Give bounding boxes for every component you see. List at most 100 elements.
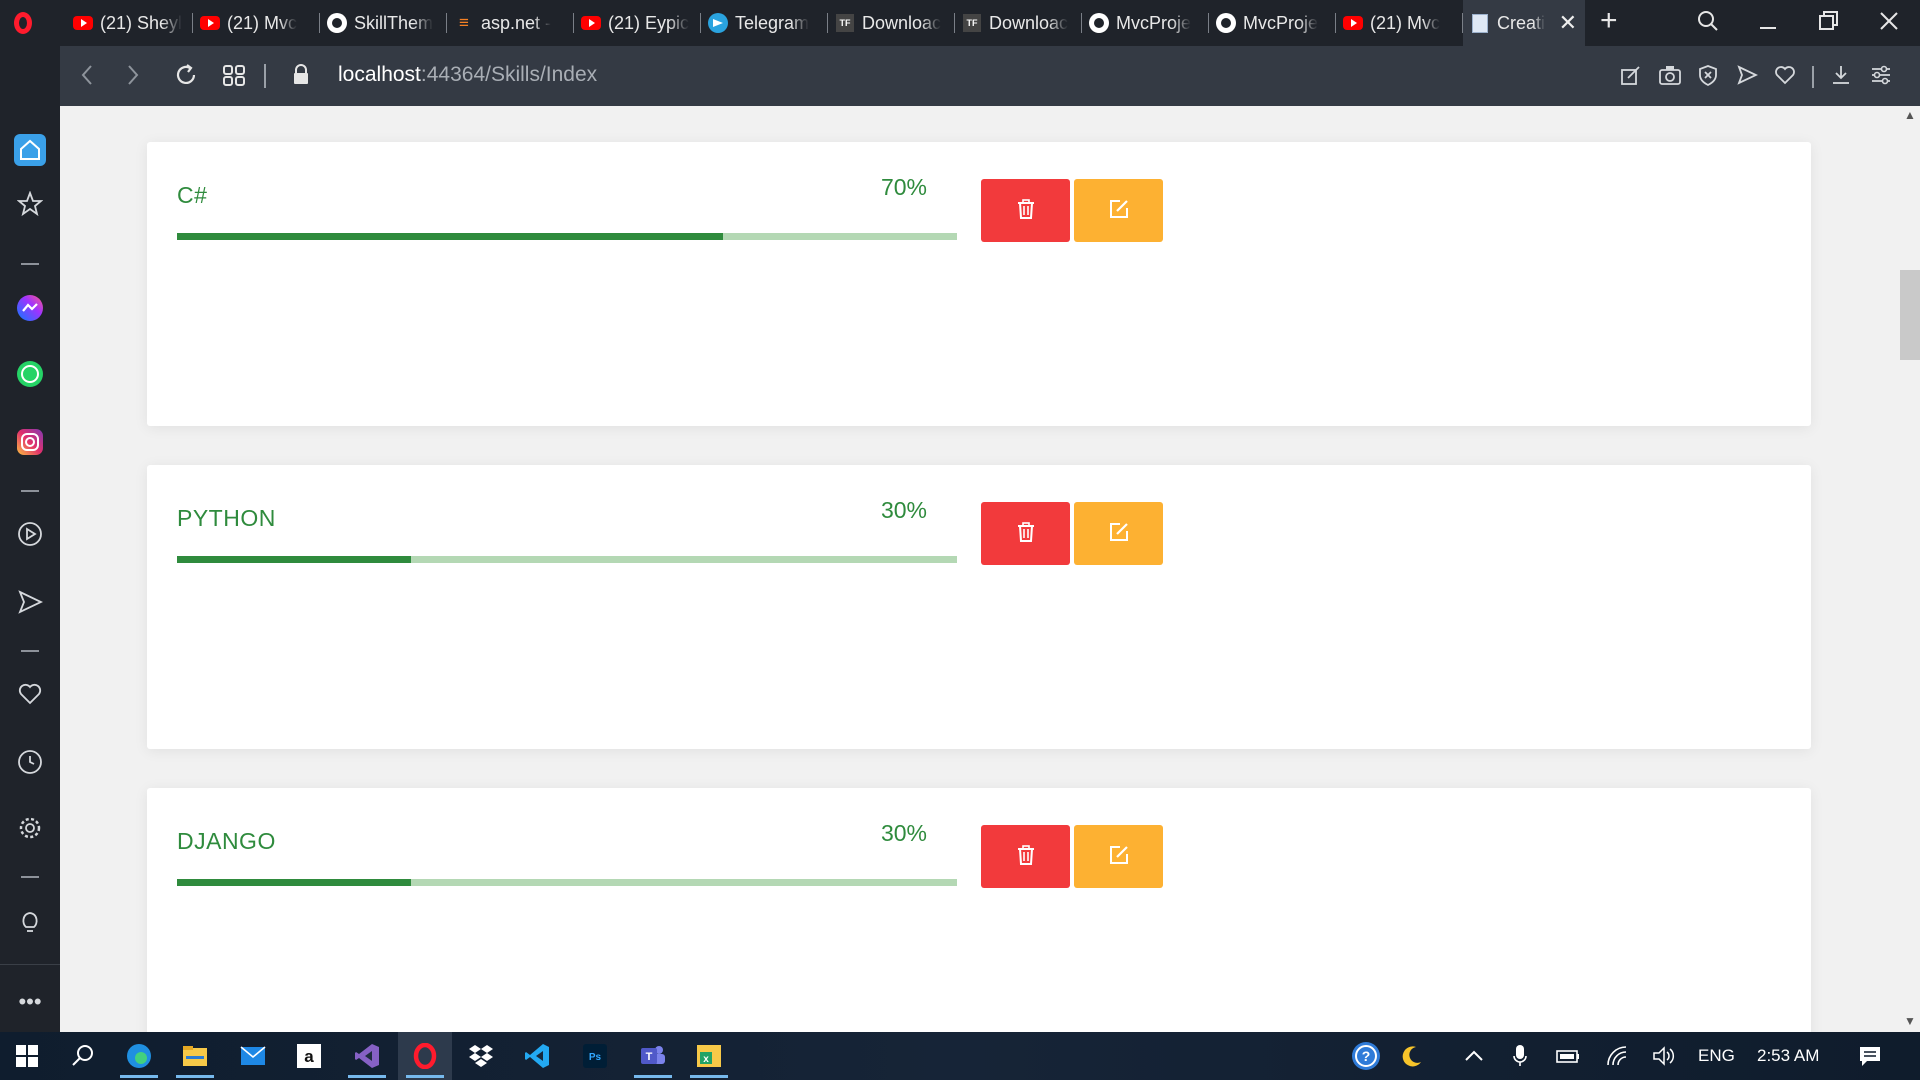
trash-icon (1015, 521, 1037, 546)
sidebar-divider (21, 490, 39, 492)
lightbulb-icon[interactable] (14, 906, 46, 938)
browser-tab[interactable]: MvcProje (1209, 0, 1336, 46)
tab-title: Downloac (989, 12, 1069, 33)
delete-skill-button[interactable] (981, 825, 1070, 888)
browser-tab[interactable]: MvcProje (1082, 0, 1209, 46)
edit-icon (1108, 521, 1130, 546)
tab-title: Creati (1497, 12, 1546, 33)
search-tabs-icon[interactable] (1697, 10, 1719, 37)
svg-text:a: a (304, 1047, 314, 1066)
skill-card: PYTHON 30% (147, 465, 1811, 749)
photoshop-icon[interactable]: Ps (568, 1032, 622, 1080)
tab-title: Downloac (862, 12, 942, 33)
address-bar: localhost:44364/Skills/Index (60, 46, 1920, 106)
skill-card: DJANGO 30% (147, 788, 1811, 1032)
sidebar-divider (21, 263, 39, 265)
browser-tab[interactable]: (21) Sheyl (66, 0, 193, 46)
edit-skill-button[interactable] (1074, 179, 1163, 242)
opera-taskbar-icon[interactable] (398, 1032, 452, 1080)
new-tab-icon[interactable]: + (1600, 4, 1618, 38)
more-icon[interactable]: ••• (14, 986, 46, 1018)
whatsapp-icon[interactable] (14, 358, 46, 390)
browser-tab[interactable]: TF Downloac (828, 0, 955, 46)
opera-menu-icon[interactable] (14, 12, 32, 34)
skills-page: C# 70% PYTHON 30% DJANGO 30% (60, 106, 1900, 1032)
taskbar-search-icon[interactable] (56, 1032, 110, 1080)
snapshot-edit-icon[interactable] (1620, 64, 1642, 91)
page-scrollbar[interactable]: ▲ ▼ (1900, 106, 1920, 1032)
file-explorer-icon[interactable] (168, 1032, 222, 1080)
downloads-icon[interactable] (1830, 64, 1852, 91)
history-clock-icon[interactable] (14, 746, 46, 778)
visual-studio-icon[interactable] (340, 1032, 394, 1080)
battery-icon[interactable] (1548, 1032, 1588, 1080)
skill-card: C# 70% (147, 142, 1811, 426)
svg-text:?: ? (1362, 1048, 1371, 1064)
browser-tab[interactable]: (21) Eypic (574, 0, 701, 46)
camera-icon[interactable] (1658, 64, 1682, 91)
browser-tab[interactable]: Creati ✕ (1463, 0, 1585, 46)
delete-skill-button[interactable] (981, 502, 1070, 565)
settings-gear-icon[interactable] (14, 812, 46, 844)
sidebar-divider (21, 650, 39, 652)
excel-app-icon[interactable]: x (682, 1032, 736, 1080)
easy-setup-icon[interactable] (1870, 64, 1892, 91)
volume-icon[interactable] (1644, 1032, 1684, 1080)
adblock-shield-icon[interactable] (1697, 64, 1719, 91)
flow-send-icon[interactable] (14, 586, 46, 618)
show-hidden-icons-chevron-icon[interactable] (1454, 1032, 1494, 1080)
sidebar-divider (21, 876, 39, 878)
mail-icon[interactable] (226, 1032, 280, 1080)
forward-icon[interactable] (126, 62, 140, 93)
browser-tab[interactable]: (21) Mvc (193, 0, 320, 46)
clock-time[interactable]: 2:53 AM (1757, 1046, 1819, 1066)
browser-tab[interactable]: Telegram (701, 0, 828, 46)
minimize-icon[interactable] (1758, 6, 1778, 43)
scroll-up-icon[interactable]: ▲ (1904, 108, 1916, 122)
input-language[interactable]: ENG (1698, 1046, 1735, 1066)
scroll-thumb[interactable] (1900, 270, 1920, 360)
back-icon[interactable] (80, 62, 94, 93)
skill-progress-bar (177, 879, 957, 886)
scroll-down-icon[interactable]: ▼ (1904, 1014, 1916, 1028)
help-icon[interactable]: ? (1344, 1032, 1388, 1080)
browser-tab[interactable]: TF Downloac (955, 0, 1082, 46)
close-window-icon[interactable] (1878, 6, 1900, 43)
player-icon[interactable] (14, 518, 46, 550)
dropbox-icon[interactable] (454, 1032, 508, 1080)
wifi-icon[interactable] (1598, 1032, 1638, 1080)
edit-icon (1108, 198, 1130, 223)
url-field[interactable]: localhost:44364/Skills/Index (338, 63, 597, 87)
restore-icon[interactable] (1818, 6, 1840, 43)
delete-skill-button[interactable] (981, 179, 1070, 242)
edit-skill-button[interactable] (1074, 502, 1163, 565)
home-icon[interactable] (14, 134, 46, 166)
browser-tab[interactable]: SkillThem (320, 0, 447, 46)
heart-icon[interactable] (14, 678, 46, 710)
send-icon[interactable] (1736, 64, 1759, 91)
night-mode-moon-icon[interactable] (1392, 1032, 1432, 1080)
messenger-icon[interactable] (14, 292, 46, 324)
bookmark-heart-icon[interactable] (1774, 64, 1796, 91)
teams-icon[interactable]: T (626, 1032, 680, 1080)
edge-icon[interactable] (112, 1032, 166, 1080)
notifications-icon[interactable] (1846, 1032, 1894, 1080)
reload-icon[interactable] (174, 62, 198, 93)
lock-icon[interactable] (292, 62, 310, 93)
browser-tab[interactable]: (21) Mvc (1336, 0, 1463, 46)
youtube-icon (580, 15, 602, 31)
youtube-icon (72, 15, 94, 31)
instagram-icon[interactable] (14, 426, 46, 458)
amazon-icon[interactable]: a (282, 1032, 336, 1080)
bookmarks-star-icon[interactable] (14, 188, 46, 220)
vscode-icon[interactable] (510, 1032, 564, 1080)
edit-skill-button[interactable] (1074, 825, 1163, 888)
sidebar-bottom-divider (0, 964, 60, 965)
tab-title: (21) Mvc (1370, 12, 1441, 33)
tab-title: asp.net - (481, 12, 552, 33)
microphone-icon[interactable] (1500, 1032, 1540, 1080)
browser-tab[interactable]: ≡ asp.net - (447, 0, 574, 46)
close-tab-icon[interactable]: ✕ (1559, 10, 1577, 36)
speed-dial-icon[interactable] (222, 62, 246, 93)
start-windows-icon[interactable] (0, 1032, 54, 1080)
